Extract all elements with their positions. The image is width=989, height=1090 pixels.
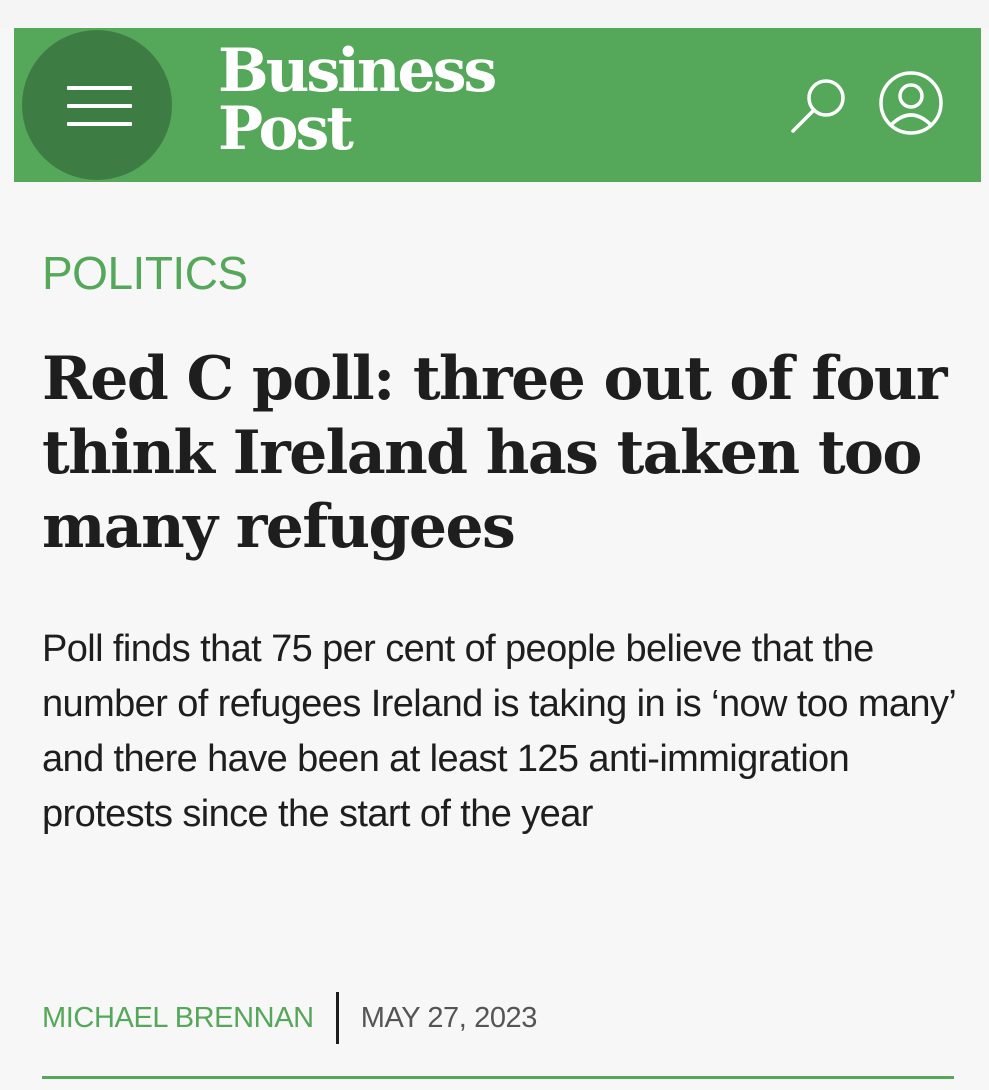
- logo-line-1: Business: [218, 36, 497, 106]
- account-button[interactable]: [876, 68, 946, 138]
- bottom-divider: [42, 1076, 954, 1079]
- account-icon: [879, 71, 943, 135]
- byline-divider: [335, 992, 339, 1044]
- search-icon: [791, 79, 845, 133]
- hamburger-menu-icon-bar: [67, 122, 132, 126]
- search-button[interactable]: [784, 70, 854, 140]
- article-headline[interactable]: Red C poll: three out of four think Irel…: [42, 342, 962, 564]
- top-margin: [0, 0, 989, 28]
- hamburger-menu-button[interactable]: [22, 30, 172, 180]
- hamburger-menu-icon-bar: [67, 86, 132, 90]
- logo-line-2: Post: [218, 94, 354, 164]
- author-name[interactable]: MICHAEL BRENNAN: [42, 1002, 314, 1035]
- hamburger-menu-icon-bar: [67, 104, 132, 108]
- site-header: Business Post: [14, 28, 981, 182]
- article-summary: Poll finds that 75 per cent of people be…: [42, 628, 955, 835]
- byline: MICHAEL BRENNAN MAY 27, 2023: [42, 992, 538, 1044]
- section-label[interactable]: POLITICS: [42, 246, 248, 300]
- publish-date: MAY 27, 2023: [360, 1001, 538, 1034]
- business-post-logo[interactable]: Business Post: [218, 36, 497, 164]
